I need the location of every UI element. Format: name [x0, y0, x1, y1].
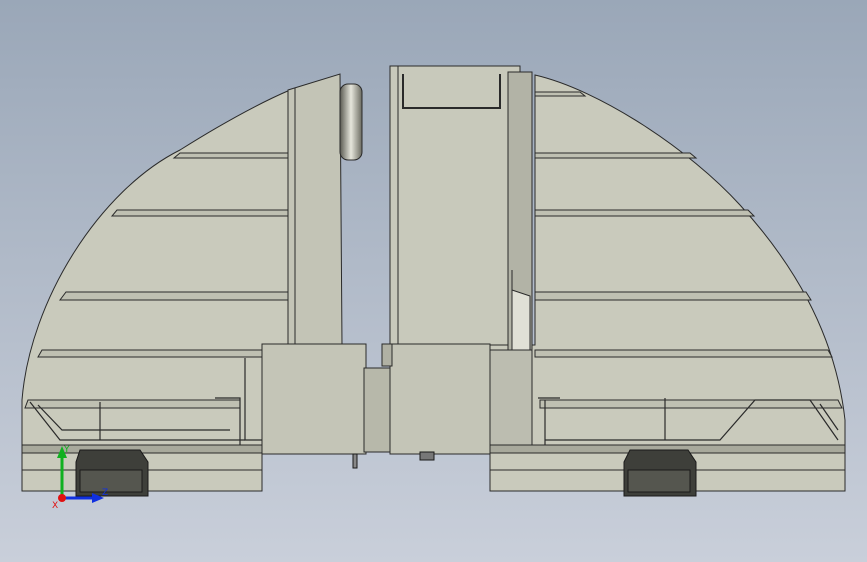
coordinate-triad: Y Z X [52, 445, 108, 510]
center-plate [389, 65, 533, 361]
center-blocks [261, 343, 533, 456]
y-axis-label: Y [63, 445, 70, 455]
x-axis-label: X [52, 501, 58, 510]
x-axis-icon [58, 494, 66, 502]
knob-icon [339, 83, 363, 161]
left-column [287, 73, 363, 346]
assembly-model[interactable] [0, 0, 867, 562]
cad-viewport[interactable]: Y Z X [0, 0, 867, 562]
z-axis-label: Z [102, 488, 108, 498]
